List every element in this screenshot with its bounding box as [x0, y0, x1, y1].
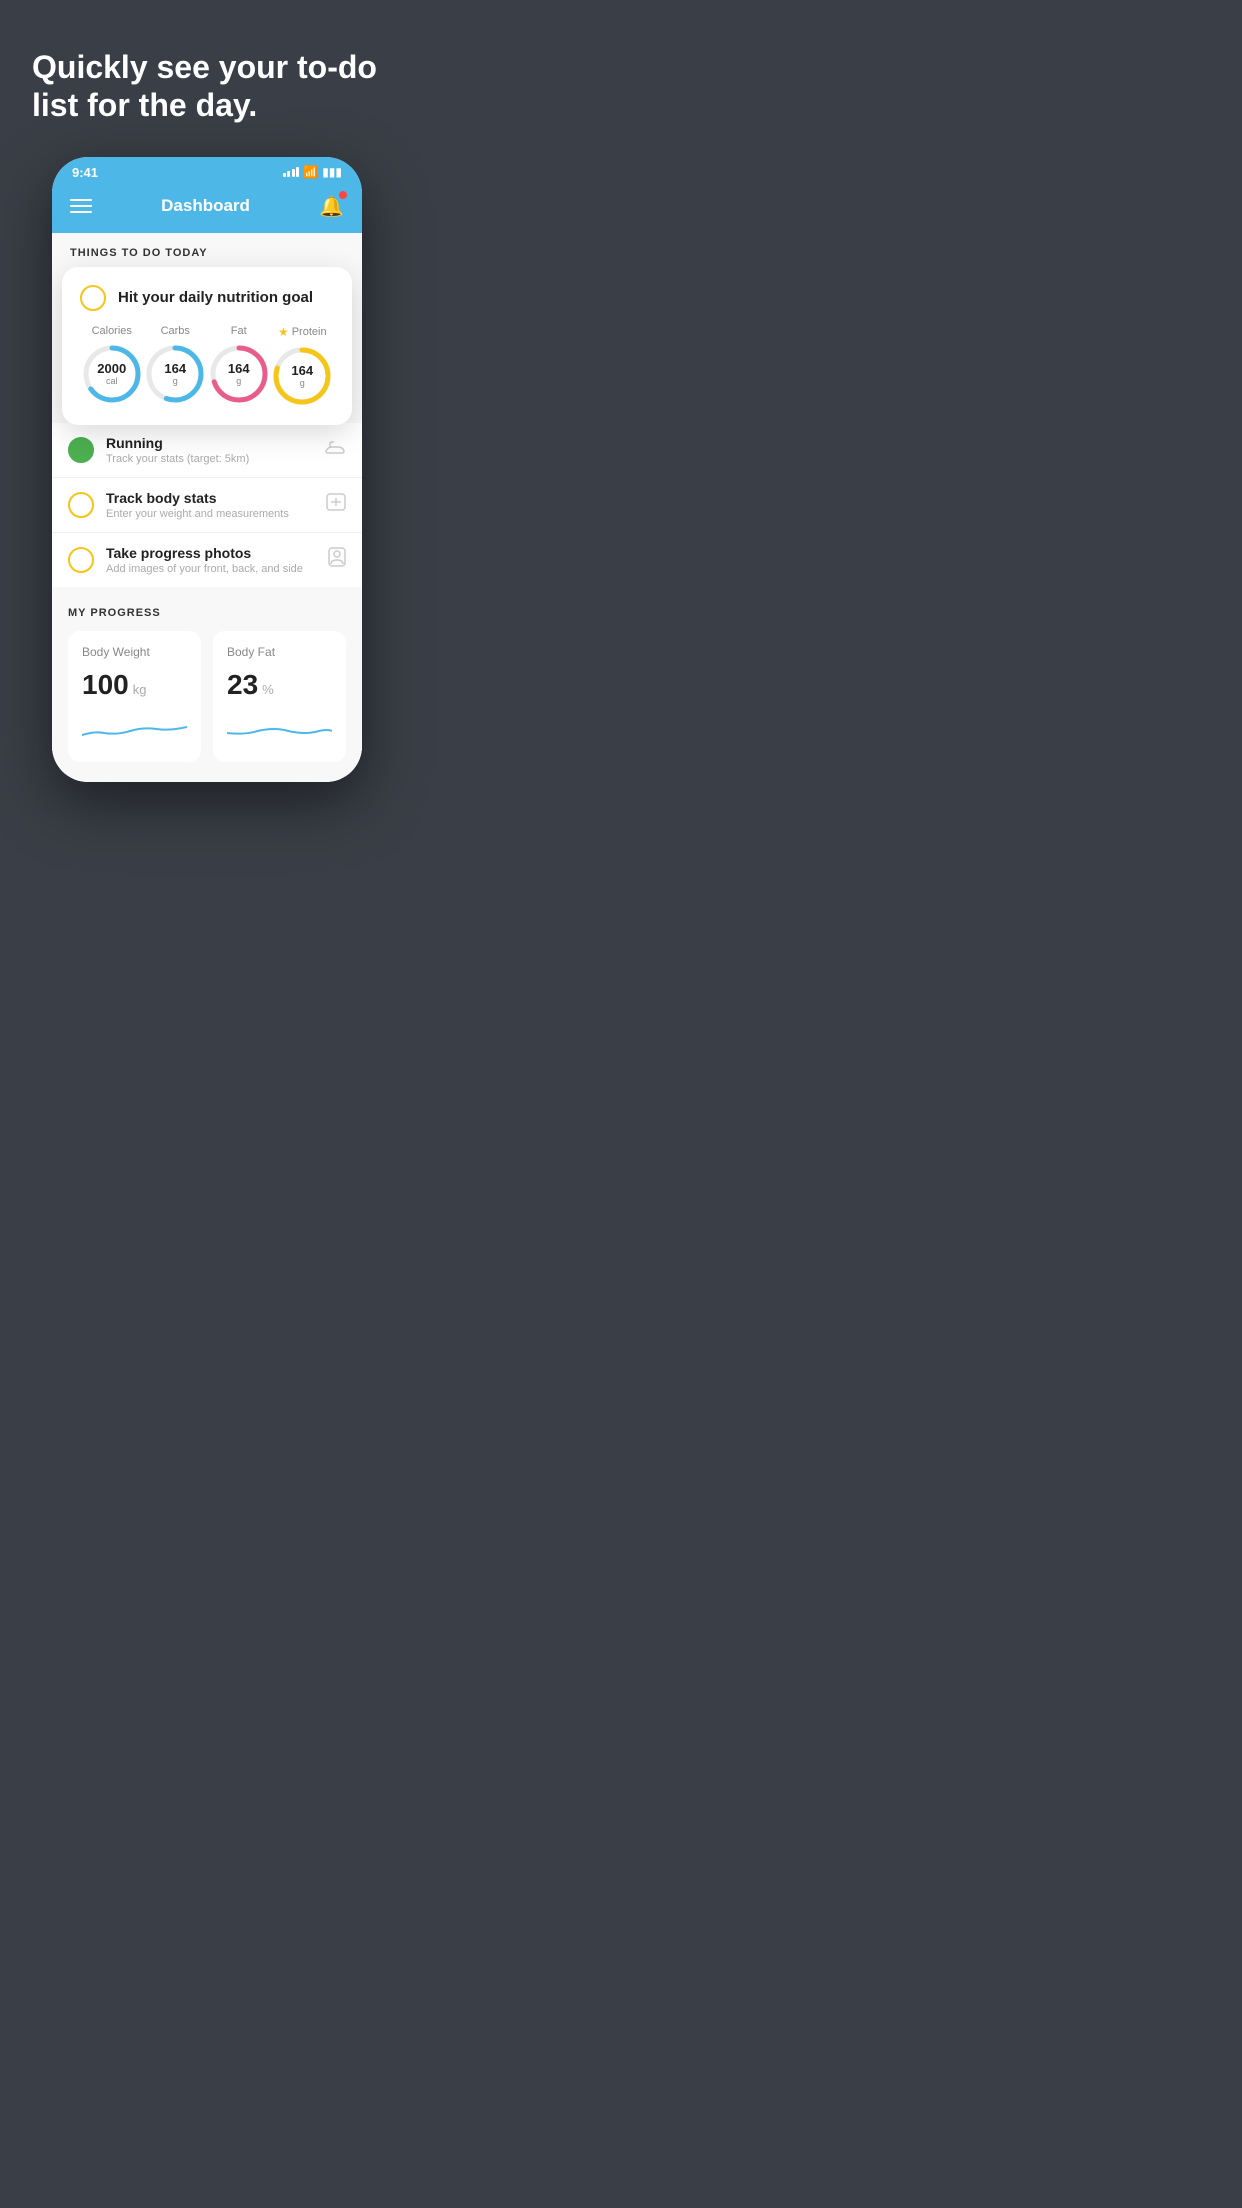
protein-label: ★ Protein: [278, 325, 327, 339]
carbs-value: 164 g: [164, 362, 186, 386]
nutrition-carbs: Carbs 164 g: [144, 325, 206, 405]
progress-header: MY PROGRESS: [68, 607, 346, 619]
header-title: Dashboard: [161, 196, 250, 216]
running-shoe-icon: [324, 439, 346, 460]
status-time: 9:41: [72, 165, 98, 180]
body-weight-sparkline: [82, 713, 187, 743]
photos-text: Take progress photos Add images of your …: [106, 545, 316, 575]
nutrition-fat: Fat 164 g: [208, 325, 270, 405]
battery-icon: ▮▮▮: [322, 165, 342, 179]
notification-dot: [339, 191, 347, 199]
things-to-do-header: THINGS TO DO TODAY: [52, 233, 362, 267]
todo-running[interactable]: Running Track your stats (target: 5km): [52, 423, 362, 478]
photos-title: Take progress photos: [106, 545, 316, 561]
body-weight-unit: kg: [133, 682, 147, 697]
nutrition-checkbox[interactable]: [80, 285, 106, 311]
body-fat-value-row: 23 %: [227, 669, 332, 701]
body-fat-sparkline: [227, 713, 332, 743]
todo-body-stats[interactable]: Track body stats Enter your weight and m…: [52, 478, 362, 533]
body-weight-label: Body Weight: [82, 645, 187, 659]
running-text: Running Track your stats (target: 5km): [106, 435, 312, 465]
nutrition-card-title-row: Hit your daily nutrition goal: [80, 285, 334, 311]
carbs-label: Carbs: [161, 325, 190, 337]
fat-ring: 164 g: [208, 343, 270, 405]
todo-list: Running Track your stats (target: 5km): [52, 423, 362, 587]
progress-section: MY PROGRESS Body Weight 100 kg: [52, 587, 362, 762]
calories-value: 2000 cal: [97, 362, 126, 386]
nutrition-calories: Calories 2000 cal: [81, 325, 143, 405]
status-icons: 📶 ▮▮▮: [283, 165, 342, 179]
person-photo-icon: [328, 547, 346, 572]
notification-bell-icon[interactable]: 🔔: [319, 194, 344, 219]
hero-title: Quickly see your to-do list for the day.: [32, 48, 382, 125]
body-fat-label: Body Fat: [227, 645, 332, 659]
progress-grid: Body Weight 100 kg Body Fat 23: [68, 631, 346, 762]
running-subtitle: Track your stats (target: 5km): [106, 453, 312, 465]
running-title: Running: [106, 435, 312, 451]
nutrition-grid: Calories 2000 cal: [80, 325, 334, 407]
protein-value: 164 g: [291, 364, 313, 388]
body-stats-checkbox[interactable]: [68, 492, 94, 518]
fat-label: Fat: [231, 325, 247, 337]
calories-ring: 2000 cal: [81, 343, 143, 405]
bottom-spacer: [52, 762, 362, 782]
nutrition-card: Hit your daily nutrition goal Calories: [62, 267, 352, 425]
body-stats-title: Track body stats: [106, 490, 314, 506]
signal-icon: [283, 167, 300, 177]
todo-progress-photos[interactable]: Take progress photos Add images of your …: [52, 533, 362, 587]
body-fat-unit: %: [262, 682, 274, 697]
calories-label: Calories: [92, 325, 132, 337]
wifi-icon: 📶: [303, 165, 318, 179]
fat-value: 164 g: [228, 362, 250, 386]
nutrition-protein: ★ Protein 164 g: [271, 325, 333, 407]
body-weight-card: Body Weight 100 kg: [68, 631, 201, 762]
body-stats-subtitle: Enter your weight and measurements: [106, 508, 314, 520]
body-stats-text: Track body stats Enter your weight and m…: [106, 490, 314, 520]
photos-subtitle: Add images of your front, back, and side: [106, 563, 316, 575]
star-icon: ★: [278, 325, 289, 339]
hero-section: Quickly see your to-do list for the day.: [0, 0, 414, 157]
nutrition-card-title: Hit your daily nutrition goal: [118, 289, 313, 306]
menu-icon[interactable]: [70, 199, 92, 213]
scale-icon: [326, 493, 346, 516]
status-bar: 9:41 📶 ▮▮▮: [52, 157, 362, 184]
protein-ring: 164 g: [271, 345, 333, 407]
body-weight-value-row: 100 kg: [82, 669, 187, 701]
body-fat-value: 23: [227, 669, 258, 701]
phone-screen: 9:41 📶 ▮▮▮ Dashboard 🔔: [52, 157, 362, 782]
body-fat-card: Body Fat 23 %: [213, 631, 346, 762]
app-header: Dashboard 🔔: [52, 184, 362, 233]
app-content: THINGS TO DO TODAY Hit your daily nutrit…: [52, 233, 362, 782]
photos-checkbox[interactable]: [68, 547, 94, 573]
phone-mockup: 9:41 📶 ▮▮▮ Dashboard 🔔: [52, 157, 362, 782]
body-weight-value: 100: [82, 669, 129, 701]
running-checkbox[interactable]: [68, 437, 94, 463]
carbs-ring: 164 g: [144, 343, 206, 405]
